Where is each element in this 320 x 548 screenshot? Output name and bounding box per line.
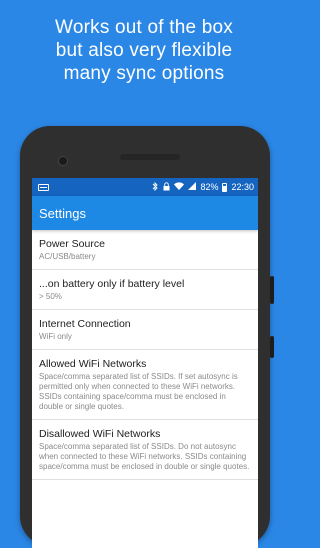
headline-line-3: many sync options xyxy=(63,63,225,84)
lock-icon xyxy=(163,181,170,193)
pref-title: Internet Connection xyxy=(39,318,131,330)
front-camera xyxy=(58,156,68,166)
wifi-icon xyxy=(174,182,185,192)
signal-icon xyxy=(188,182,197,192)
phone-frame: 82% 22:30 Settings Power Source AC/USB/b… xyxy=(20,126,274,548)
pref-summary: Space/comma separated list of SSIDs. If … xyxy=(39,372,238,411)
pref-disallowed-wifi[interactable]: Disallowed WiFi Networks Space/comma sep… xyxy=(32,420,258,480)
pref-title: ...on battery only if battery level xyxy=(39,278,185,290)
pref-summary: AC/USB/battery xyxy=(39,252,96,261)
headline: Works out of the box but also very flexi… xyxy=(0,16,288,85)
pref-summary: > 50% xyxy=(39,292,62,301)
pref-summary: WiFi only xyxy=(39,332,72,341)
preference-list: Power Source AC/USB/battery ...on batter… xyxy=(32,230,258,480)
page-title: Settings xyxy=(39,205,86,221)
keyboard-icon xyxy=(38,183,49,191)
app-bar: Settings xyxy=(32,196,258,230)
pref-power-source[interactable]: Power Source AC/USB/battery xyxy=(32,230,258,270)
volume-button xyxy=(270,276,274,304)
battery-icon xyxy=(222,182,228,192)
pref-battery-level[interactable]: ...on battery only if battery level > 50… xyxy=(32,270,258,310)
pref-allowed-wifi[interactable]: Allowed WiFi Networks Space/comma separa… xyxy=(32,350,258,420)
pref-title: Disallowed WiFi Networks xyxy=(39,428,161,440)
clock: 22:30 xyxy=(231,182,254,192)
earpiece-speaker xyxy=(120,154,180,160)
pref-summary: Space/comma separated list of SSIDs. Do … xyxy=(39,442,250,471)
pref-title: Allowed WiFi Networks xyxy=(39,358,147,370)
headline-line-2: but also very flexible xyxy=(55,40,233,61)
phone-screen: 82% 22:30 Settings Power Source AC/USB/b… xyxy=(32,178,258,548)
pref-internet-connection[interactable]: Internet Connection WiFi only xyxy=(32,310,258,350)
bluetooth-icon xyxy=(152,181,159,193)
status-bar: 82% 22:30 xyxy=(32,178,258,196)
headline-line-1: Works out of the box xyxy=(55,17,233,38)
power-button xyxy=(270,336,274,358)
pref-title: Power Source xyxy=(39,238,105,250)
battery-percent: 82% xyxy=(200,182,219,192)
